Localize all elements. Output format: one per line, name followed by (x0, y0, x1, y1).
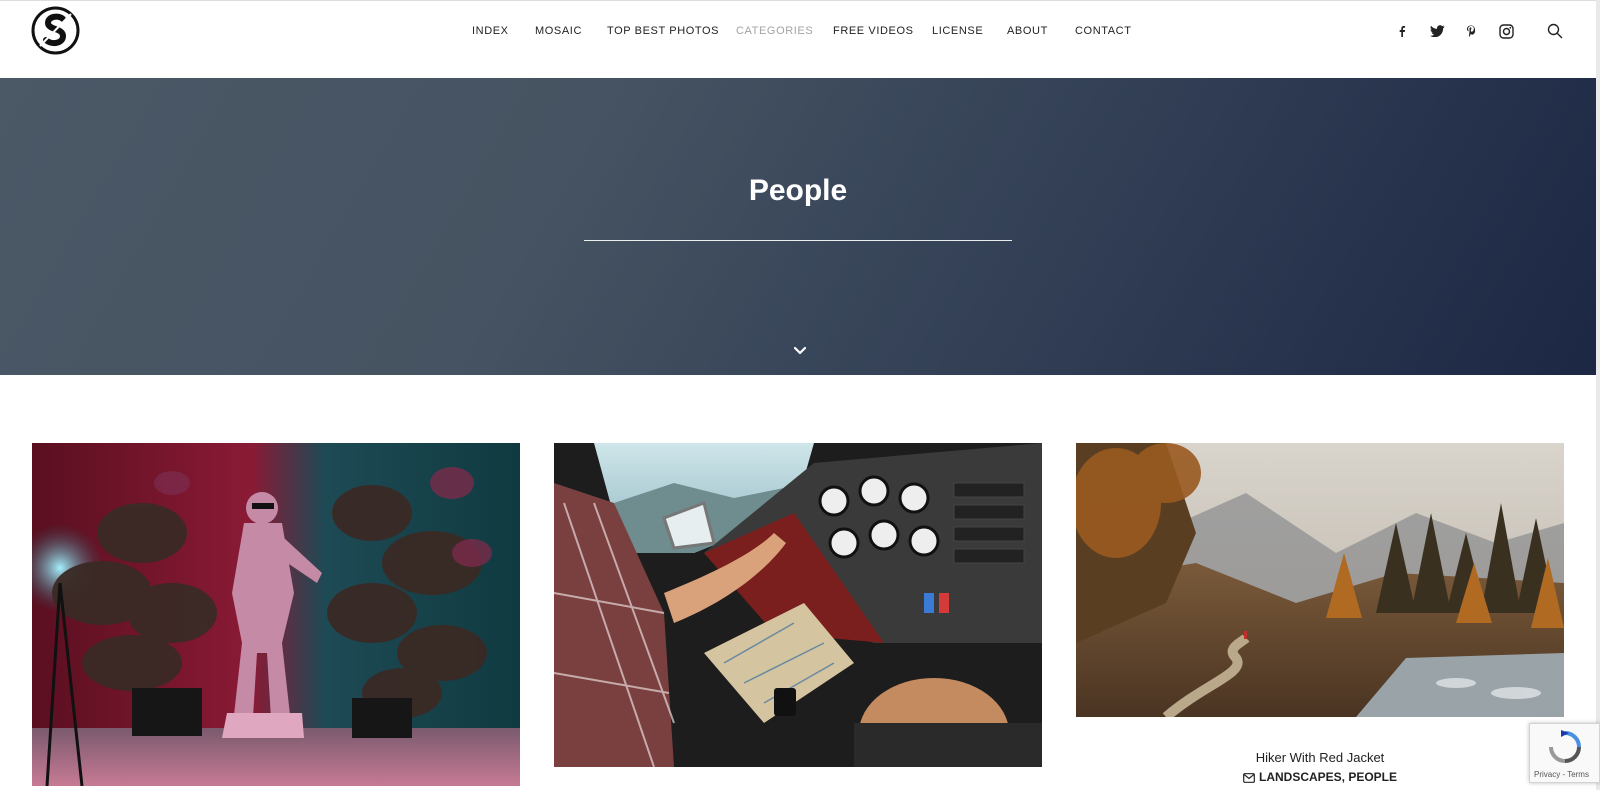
nav-item-free-videos[interactable]: FREE VIDEOS (833, 25, 914, 37)
title-divider (584, 240, 1012, 241)
site-header: INDEX MOSAIC TOP BEST PHOTOS CATEGORIES … (0, 0, 1600, 78)
photo-cockpit-image (554, 443, 1042, 767)
recaptcha-icon (1549, 730, 1581, 763)
photo-statue-image (32, 443, 520, 786)
chevron-down-icon[interactable] (791, 344, 809, 358)
category-links[interactable]: LANDSCAPES, PEOPLE (1259, 770, 1397, 784)
photo-hiker-image (1076, 443, 1564, 717)
main-nav: INDEX MOSAIC TOP BEST PHOTOS CATEGORIES … (0, 25, 1600, 45)
nav-item-index[interactable]: INDEX (472, 25, 509, 37)
nav-item-about[interactable]: ABOUT (1007, 25, 1048, 37)
category-hero: People (0, 78, 1596, 375)
nav-item-license[interactable]: LICENSE (932, 25, 983, 37)
nav-item-top-best-photos[interactable]: TOP BEST PHOTOS (607, 25, 719, 37)
nav-item-contact[interactable]: CONTACT (1075, 25, 1132, 37)
recaptcha-badge[interactable]: Privacy - Terms (1529, 723, 1600, 783)
nav-item-categories[interactable]: CATEGORIES (736, 25, 813, 37)
recaptcha-legal[interactable]: Privacy - Terms (1534, 770, 1589, 779)
page-scrollbar[interactable] (1596, 0, 1600, 790)
photo-categories: LANDSCAPES, PEOPLE (1076, 770, 1564, 786)
page-title: People (748, 174, 848, 207)
folder-icon (1243, 772, 1255, 786)
photo-card-hiker[interactable] (1076, 443, 1564, 717)
search-icon[interactable] (1545, 21, 1565, 41)
photo-card-statue[interactable] (32, 443, 520, 786)
nav-item-mosaic[interactable]: MOSAIC (535, 25, 582, 37)
pinterest-icon[interactable] (1461, 21, 1481, 41)
photo-card-cockpit[interactable] (554, 443, 1042, 767)
instagram-icon[interactable] (1496, 21, 1516, 41)
twitter-icon[interactable] (1427, 21, 1447, 41)
facebook-icon[interactable] (1392, 21, 1412, 41)
photo-title[interactable]: Hiker With Red Jacket (1076, 750, 1564, 765)
